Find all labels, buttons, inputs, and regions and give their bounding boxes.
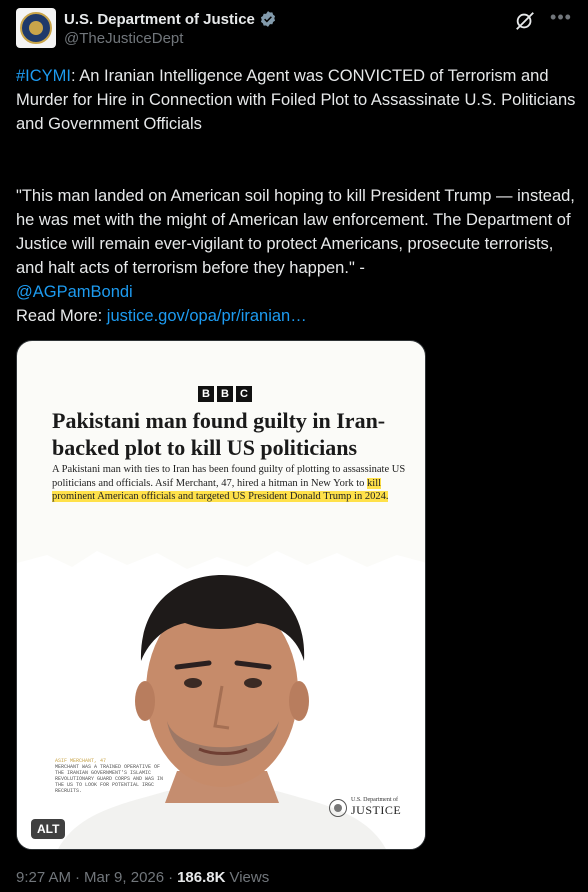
article-headline: Pakistani man found guilty in Iran-backe… bbox=[52, 408, 386, 460]
bbc-letter: B bbox=[217, 386, 233, 402]
read-more-label: Read More: bbox=[16, 307, 107, 325]
views-count: 186.8K bbox=[177, 869, 226, 886]
avatar[interactable] bbox=[16, 8, 56, 48]
doj-seal-icon bbox=[329, 798, 347, 817]
separator: · bbox=[168, 869, 174, 886]
read-more: Read More: justice.gov/opa/pr/iranian… bbox=[16, 304, 576, 328]
views-label: Views bbox=[229, 869, 270, 886]
grok-icon[interactable] bbox=[514, 10, 536, 32]
display-name[interactable]: U.S. Department of Justice bbox=[64, 11, 255, 28]
quote-text: "This man landed on American soil hoping… bbox=[16, 187, 575, 277]
article-subtext: A Pakistani man with ties to Iran has be… bbox=[52, 463, 412, 504]
tweet-image[interactable]: B B C Pakistani man found guilty in Iran… bbox=[16, 340, 426, 850]
alt-text-button[interactable]: ALT bbox=[31, 819, 66, 839]
mention-link[interactable]: @AGPamBondi bbox=[16, 283, 133, 301]
tweet-quote: "This man landed on American soil hoping… bbox=[16, 184, 576, 304]
hashtag-link[interactable]: #ICYMI bbox=[16, 67, 71, 85]
tweet-footer: 9:27 AM · Mar 9, 2026 · 186.8K Views bbox=[16, 869, 269, 886]
bbc-letter: C bbox=[236, 386, 252, 402]
doj-logo: U.S. Department of JUSTICE bbox=[329, 797, 401, 818]
bbc-letter: B bbox=[198, 386, 214, 402]
name-row: U.S. Department of Justice bbox=[64, 10, 277, 28]
subtext-plain: A Pakistani man with ties to Iran has be… bbox=[52, 464, 406, 489]
verified-badge-icon bbox=[260, 11, 275, 27]
doj-seal-icon bbox=[20, 12, 52, 44]
separator: · bbox=[75, 869, 81, 886]
tweet-paragraph: #ICYMI: An Iranian Intelligence Agent wa… bbox=[16, 64, 576, 136]
photo-caption: ASIF MERCHANT, 47 MERCHANT WAS A TRAINED… bbox=[55, 758, 165, 794]
bbc-logo: B B C bbox=[198, 386, 252, 402]
tweet-time[interactable]: 9:27 AM bbox=[16, 869, 71, 886]
article-link[interactable]: justice.gov/opa/pr/iranian… bbox=[107, 307, 307, 325]
handle[interactable]: @TheJusticeDept bbox=[64, 30, 183, 47]
doj-logo-big: JUSTICE bbox=[351, 803, 402, 817]
tweet-date[interactable]: Mar 9, 2026 bbox=[84, 869, 164, 886]
caption-text: MERCHANT WAS A TRAINED OPERATIVE OF THE … bbox=[55, 764, 164, 794]
tweet-line: : An Iranian Intelligence Agent was CONV… bbox=[16, 67, 576, 133]
tweet-header: U.S. Department of Justice @TheJusticeDe… bbox=[16, 8, 572, 52]
more-options-icon[interactable]: ••• bbox=[550, 8, 572, 30]
